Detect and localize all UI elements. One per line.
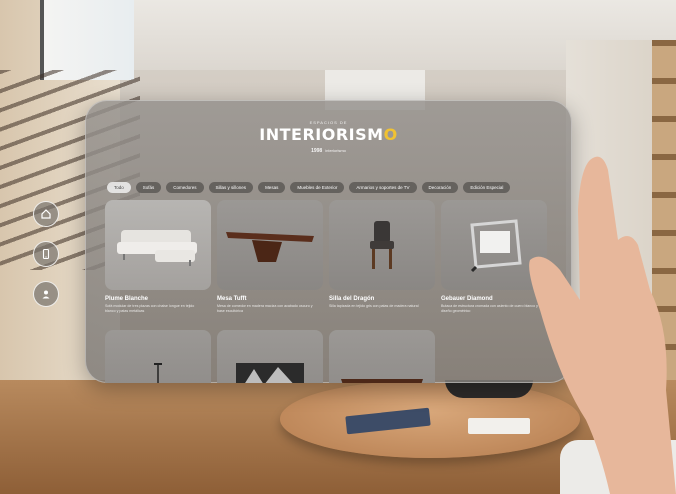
chip-todo[interactable]: Todo xyxy=(107,182,131,193)
brand-title-accent: O xyxy=(383,125,398,144)
product-card[interactable]: Mesa Tufft Mesa de comedor en madera mac… xyxy=(217,200,323,314)
brand-title-main: INTERIORISM xyxy=(259,125,384,144)
chip-label: Decoración xyxy=(428,185,452,190)
product-card[interactable] xyxy=(217,330,323,383)
chair-icon xyxy=(370,221,394,269)
chip-label: Edición Especial xyxy=(470,185,504,190)
home-button[interactable] xyxy=(33,201,59,227)
product-image xyxy=(329,200,435,290)
table-icon xyxy=(226,232,314,262)
art-icon xyxy=(236,363,304,383)
chip-sillas[interactable]: Sillas y sillones xyxy=(208,182,254,193)
product-image xyxy=(105,330,211,383)
phone-button[interactable] xyxy=(33,241,59,267)
chip-label: Todo xyxy=(114,185,124,190)
product-image xyxy=(105,200,211,290)
hand-gesture xyxy=(529,156,676,494)
lamp-icon xyxy=(154,363,162,383)
product-title: Plume Blanche xyxy=(105,296,149,302)
room-window xyxy=(40,0,134,80)
product-image xyxy=(217,330,323,383)
chip-comedores[interactable]: Comedores xyxy=(166,182,204,193)
product-image xyxy=(217,200,323,290)
armchair-icon xyxy=(470,219,522,273)
brand-tag-text: interiorismo xyxy=(325,148,346,153)
chip-label: Comedores xyxy=(173,185,197,190)
brand-title: INTERIORISMO xyxy=(85,126,572,144)
chip-decoracion[interactable]: Decoración xyxy=(421,182,459,193)
home-icon xyxy=(41,209,51,219)
product-image xyxy=(329,330,435,383)
category-bar: Todo Sofás Comedores Sillas y sillones M… xyxy=(107,182,557,194)
product-title: Mesa Tufft xyxy=(217,296,247,302)
profile-button[interactable] xyxy=(33,281,59,307)
brand-logo: ESPACIOS DE INTERIORISMO 1998 interiorism… xyxy=(85,120,572,154)
phone-icon xyxy=(42,248,50,260)
side-dock xyxy=(33,201,61,321)
chip-label: Sofás xyxy=(142,185,155,190)
chip-label: Mesas xyxy=(265,185,279,190)
chip-exterior[interactable]: Muebles de Exterior xyxy=(290,182,345,193)
product-desc: Sofá modular de tres plazas con chaise l… xyxy=(105,304,195,313)
chip-especial[interactable]: Edición Especial xyxy=(463,182,511,193)
product-card[interactable] xyxy=(105,330,211,383)
product-card[interactable] xyxy=(329,330,435,383)
product-card[interactable]: Silla del Dragón Silla tapizada en tejid… xyxy=(329,200,435,309)
brand-tagline: 1998 interiorismo xyxy=(85,148,572,154)
product-desc: Mesa de comedor en madera maciza con aca… xyxy=(217,304,313,313)
chip-label: Armarios y soportes de TV xyxy=(356,185,410,190)
catalog-panel: ESPACIOS DE INTERIORISMO 1998 interiorism… xyxy=(85,100,572,383)
product-desc: Silla tapizada en tejido gris con patas … xyxy=(329,304,419,308)
chip-sofas[interactable]: Sofás xyxy=(135,182,162,193)
user-icon xyxy=(42,290,50,299)
chip-label: Sillas y sillones xyxy=(215,185,247,190)
brand-year: 1998 xyxy=(311,148,323,154)
product-card[interactable]: Plume Blanche Sofá modular de tres plaza… xyxy=(105,200,211,314)
sofa-icon xyxy=(117,230,197,266)
scene: ESPACIOS DE INTERIORISMO 1998 interiorism… xyxy=(0,0,676,494)
brand-subtitle: ESPACIOS DE xyxy=(309,120,348,125)
table-icon xyxy=(341,379,423,383)
chip-armarios[interactable]: Armarios y soportes de TV xyxy=(349,182,417,193)
chip-mesas[interactable]: Mesas xyxy=(258,182,286,193)
product-title: Silla del Dragón xyxy=(329,296,375,302)
chip-label: Muebles de Exterior xyxy=(297,185,338,190)
